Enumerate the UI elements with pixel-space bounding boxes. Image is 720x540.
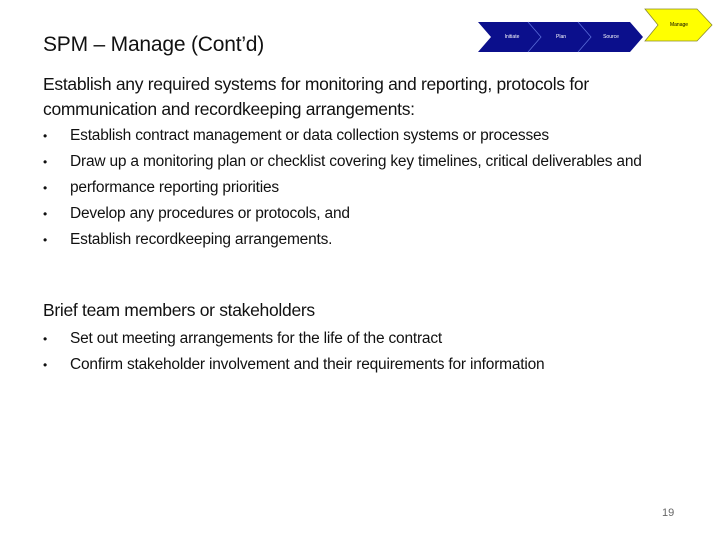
process-stage-nav: Initiate Plan Source Manage: [0, 0, 720, 60]
list-item-text: Develop any procedures or protocols, and: [70, 205, 350, 222]
bullet-icon: •: [43, 129, 48, 143]
section-heading-monitoring: Establish any required systems for monit…: [43, 74, 589, 119]
list-item: • Set out meeting arrangements for the l…: [43, 327, 683, 351]
stage-label-manage: Manage: [669, 22, 689, 28]
process-chevrons: [478, 8, 713, 53]
list-item: • Draw up a monitoring plan or checklist…: [43, 150, 683, 174]
briefing-bullet-list: • Set out meeting arrangements for the l…: [43, 327, 683, 379]
list-item-text: Establish contract management or data co…: [70, 127, 549, 144]
bullet-icon: •: [43, 207, 48, 221]
bullet-icon: •: [43, 181, 48, 195]
list-item: • Establish contract management or data …: [43, 124, 683, 148]
list-item-text: performance reporting priorities: [70, 179, 279, 196]
page-number: 19: [662, 507, 675, 519]
bullet-icon: •: [43, 155, 48, 169]
stage-label-initiate: Initiate: [504, 34, 520, 40]
list-item: • Confirm stakeholder involvement and th…: [43, 353, 683, 377]
monitoring-bullet-list: • Establish contract management or data …: [43, 124, 683, 254]
bullet-icon: •: [43, 332, 48, 346]
section-heading-briefing: Brief team members or stakeholders: [43, 300, 315, 320]
list-item: • Develop any procedures or protocols, a…: [43, 202, 683, 226]
list-item-text: Draw up a monitoring plan or checklist c…: [70, 153, 642, 170]
bullet-icon: •: [43, 233, 48, 247]
list-item: • Establish recordkeeping arrangements.: [43, 228, 683, 252]
bullet-icon: •: [43, 358, 48, 372]
list-item-text: Confirm stakeholder involvement and thei…: [70, 356, 545, 373]
list-item-text: Establish recordkeeping arrangements.: [70, 231, 333, 248]
stage-label-source: Source: [603, 34, 619, 40]
stage-label-plan: Plan: [555, 34, 567, 40]
list-item-text: Set out meeting arrangements for the lif…: [70, 330, 443, 347]
list-item: • performance reporting priorities: [43, 176, 683, 200]
